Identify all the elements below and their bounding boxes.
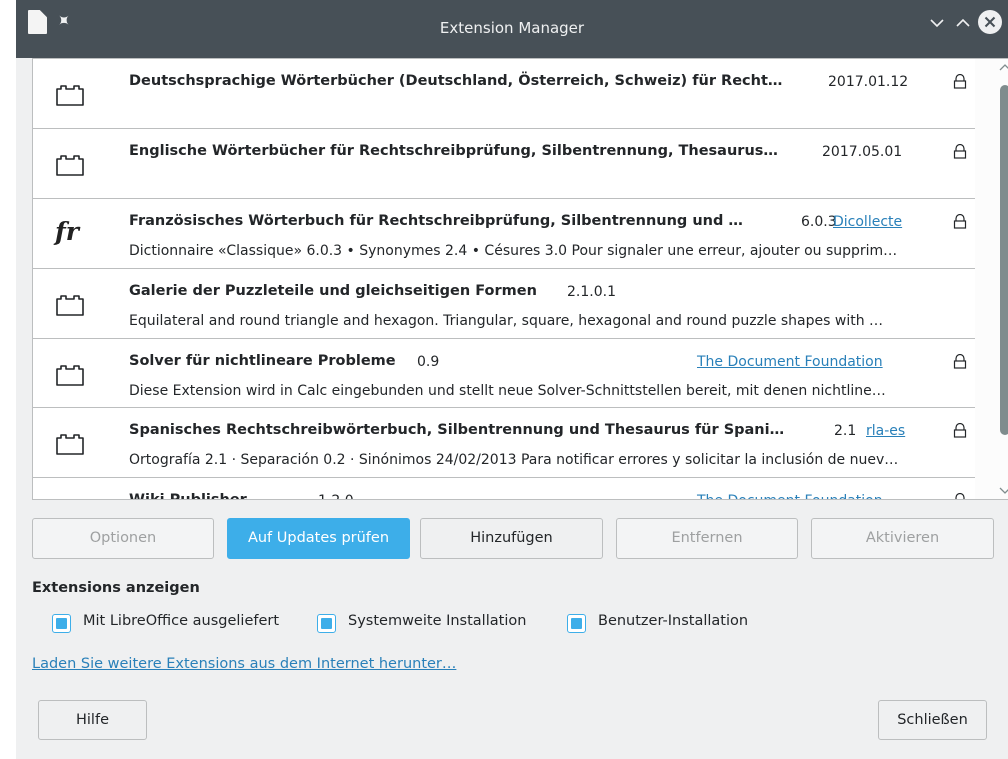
checkbox-label: Benutzer-Installation: [598, 613, 749, 629]
extension-version: 2017.05.01: [822, 144, 903, 160]
extension-version: 1.2.0: [318, 493, 354, 499]
get-more-extensions-link[interactable]: Laden Sie weitere Extensions aus dem Int…: [32, 656, 456, 672]
scroll-up-icon[interactable]: [998, 61, 1008, 75]
check-updates-button[interactable]: Auf Updates prüfen: [227, 518, 410, 559]
puzzle-piece-icon: [55, 83, 85, 107]
close-button[interactable]: Schließen: [878, 700, 987, 740]
remove-button[interactable]: Entfernen: [616, 518, 798, 559]
extension-title: Deutschsprachige Wörterbücher (Deutschla…: [129, 73, 783, 89]
chevron-down-icon[interactable]: [928, 14, 946, 32]
extension-version: 2.1: [834, 423, 857, 439]
options-button[interactable]: Optionen: [32, 518, 214, 559]
title-bar[interactable]: ✦ Extension Manager: [16, 0, 1008, 58]
extension-publisher-link[interactable]: The Document Foundation: [697, 354, 883, 370]
lock-icon: [953, 143, 967, 159]
extension-row[interactable]: fr Französisches Wörterbuch für Rechtschr…: [33, 199, 975, 269]
lock-icon: [953, 492, 967, 499]
extension-description: Dictionnaire «Classique» 6.0.3 • Synonym…: [129, 243, 898, 259]
extension-publisher-link[interactable]: rla-es: [866, 423, 905, 439]
lock-icon: [953, 422, 967, 438]
extension-row[interactable]: Wiki Publisher 1.2.0 The Document Foundati…: [33, 478, 975, 500]
extension-title: Französisches Wörterbuch für Rechtschrei…: [129, 213, 743, 229]
extension-row[interactable]: Galerie der Puzzleteile und gleichseitig…: [33, 269, 975, 339]
scroll-down-icon[interactable]: [998, 483, 1008, 497]
checkbox-box[interactable]: [567, 614, 586, 633]
extension-row[interactable]: Solver für nichtlineare Probleme 0.9 The D…: [33, 339, 975, 408]
lock-icon: [953, 353, 967, 369]
extension-logo: fr: [55, 217, 79, 246]
show-extensions-heading: Extensions anzeigen: [32, 580, 200, 596]
extension-description: Diese Extension wird in Calc eingebunden…: [129, 383, 886, 399]
help-button[interactable]: Hilfe: [38, 700, 147, 740]
checkbox-box[interactable]: [52, 614, 71, 633]
extension-list[interactable]: Deutschsprachige Wörterbücher (Deutschla…: [32, 58, 1008, 500]
add-button[interactable]: Hinzufügen: [420, 518, 603, 559]
scrollbar[interactable]: [995, 59, 1008, 499]
extension-version: 2.1.0.1: [567, 284, 616, 300]
checkbox-box[interactable]: [317, 614, 336, 633]
puzzle-piece-icon: [55, 153, 85, 177]
extension-title: Solver für nichtlineare Probleme: [129, 353, 396, 369]
extension-title: Galerie der Puzzleteile und gleichseitig…: [129, 283, 537, 299]
extension-version: 0.9: [417, 354, 440, 370]
scrollbar-thumb[interactable]: [1000, 85, 1008, 435]
extension-row[interactable]: Spanisches Rechtschreibwörterbuch, Silbe…: [33, 408, 975, 478]
checkbox-label: Systemweite Installation: [348, 613, 527, 629]
lock-icon: [953, 213, 967, 229]
extension-manager-dialog: Deutschsprachige Wörterbücher (Deutschla…: [16, 58, 1008, 759]
extension-description: Ortografía 2.1 · Separación 0.2 · Sinóni…: [129, 452, 899, 468]
close-icon[interactable]: [978, 10, 1002, 34]
extension-title: Spanisches Rechtschreibwörterbuch, Silbe…: [129, 422, 785, 438]
enable-button[interactable]: Aktivieren: [811, 518, 994, 559]
chevron-up-icon[interactable]: [954, 14, 972, 32]
puzzle-piece-icon: [55, 293, 85, 317]
extension-publisher-link[interactable]: Dicollecte: [833, 214, 902, 230]
extension-row[interactable]: Englische Wörterbücher für Rechtschreibp…: [33, 129, 975, 199]
window-title: Extension Manager: [439, 19, 585, 37]
lock-icon: [953, 73, 967, 89]
puzzle-piece-icon: [55, 363, 85, 387]
extension-title: Englische Wörterbücher für Rechtschreibp…: [129, 143, 778, 159]
checkbox-label: Mit LibreOffice ausgeliefert: [83, 613, 280, 629]
extension-row[interactable]: Deutschsprachige Wörterbücher (Deutschla…: [33, 59, 975, 129]
puzzle-piece-icon: [55, 432, 85, 456]
extension-version: 2017.01.12: [828, 74, 909, 90]
extension-description: Equilateral and round triangle and hexag…: [129, 313, 884, 329]
extension-publisher-link[interactable]: The Document Foundation: [697, 493, 883, 499]
extension-title: Wiki Publisher: [129, 492, 247, 500]
extension-version: 6.0.3: [801, 214, 837, 230]
